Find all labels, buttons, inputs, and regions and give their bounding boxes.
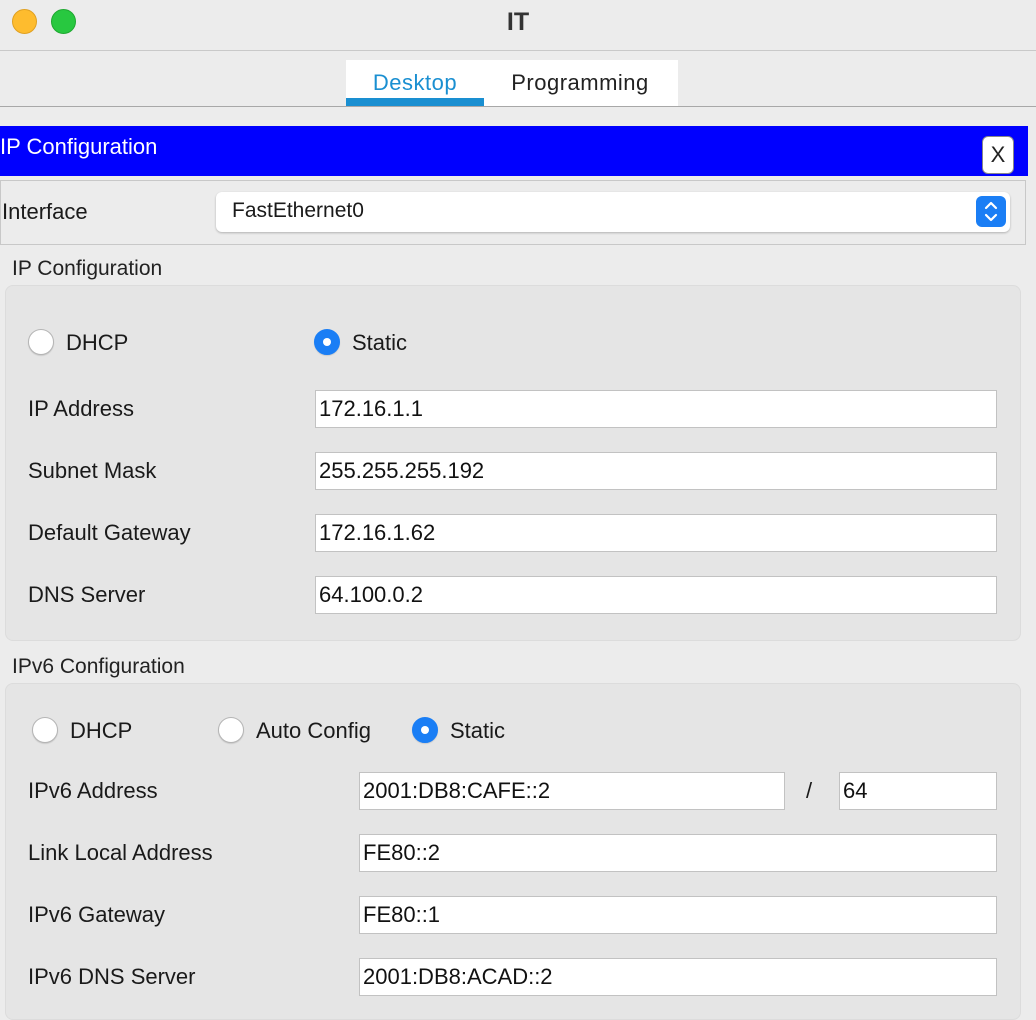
ipv6-gateway-label: IPv6 Gateway <box>28 902 165 927</box>
ipv6-dhcp-label: DHCP <box>70 718 133 743</box>
ipv6-section-label: IPv6 Configuration <box>12 655 185 678</box>
ipv4-dhcp-label: DHCP <box>66 330 129 355</box>
ipv6-dns-server-input[interactable]: 2001:DB8:ACAD::2 <box>359 958 997 996</box>
active-tab-indicator <box>346 98 484 106</box>
config-header-bar: IP Configuration <box>0 126 1028 176</box>
ipv4-section-label: IP Configuration <box>12 257 163 280</box>
ipv6-static-radio[interactable] <box>412 717 438 743</box>
ip-address-label: IP Address <box>28 396 134 421</box>
ipv6-prefix-length-input[interactable]: 64 <box>839 772 997 810</box>
ipv6-auto-config-radio[interactable] <box>218 717 244 743</box>
ipv6-dns-server-label: IPv6 DNS Server <box>28 964 196 989</box>
title-bar: IT <box>0 0 1036 48</box>
ipv6-gateway-input[interactable]: FE80::1 <box>359 896 997 934</box>
ipv6-dhcp-radio[interactable] <box>32 717 58 743</box>
tab-bar: Desktop Programming <box>346 60 678 106</box>
tab-programming-label: Programming <box>511 70 649 95</box>
dns-server-input[interactable]: 64.100.0.2 <box>315 576 997 614</box>
ipv6-address-label: IPv6 Address <box>28 778 158 803</box>
divider <box>0 106 1036 107</box>
ipv6-address-input[interactable]: 2001:DB8:CAFE::2 <box>359 772 785 810</box>
subnet-mask-label: Subnet Mask <box>28 458 157 483</box>
tab-programming[interactable]: Programming <box>494 60 666 106</box>
interface-label: Interface <box>2 199 88 224</box>
interface-selected-value: FastEthernet0 <box>232 199 364 222</box>
ipv4-static-radio[interactable] <box>314 329 340 355</box>
close-button[interactable]: X <box>982 136 1014 174</box>
interface-select[interactable]: FastEthernet0 <box>216 192 1010 232</box>
tab-desktop-label: Desktop <box>372 70 458 95</box>
link-local-address-input[interactable]: FE80::2 <box>359 834 997 872</box>
link-local-address-label: Link Local Address <box>28 840 213 865</box>
default-gateway-input[interactable]: 172.16.1.62 <box>315 514 997 552</box>
ipv6-auto-config-label: Auto Config <box>256 718 371 743</box>
default-gateway-label: Default Gateway <box>28 520 191 545</box>
ip-address-input[interactable]: 172.16.1.1 <box>315 390 997 428</box>
window-title: IT <box>506 8 530 36</box>
config-header-title: IP Configuration <box>0 134 158 159</box>
ipv4-static-label: Static <box>352 330 408 355</box>
prefix-separator: / <box>806 778 813 803</box>
chevron-up-down-icon <box>976 196 1006 227</box>
ipv6-static-label: Static <box>450 718 506 743</box>
divider <box>0 50 1036 51</box>
subnet-mask-input[interactable]: 255.255.255.192 <box>315 452 997 490</box>
ipv4-dhcp-radio[interactable] <box>28 329 54 355</box>
tab-desktop[interactable]: Desktop <box>346 60 484 106</box>
dns-server-label: DNS Server <box>28 582 146 607</box>
